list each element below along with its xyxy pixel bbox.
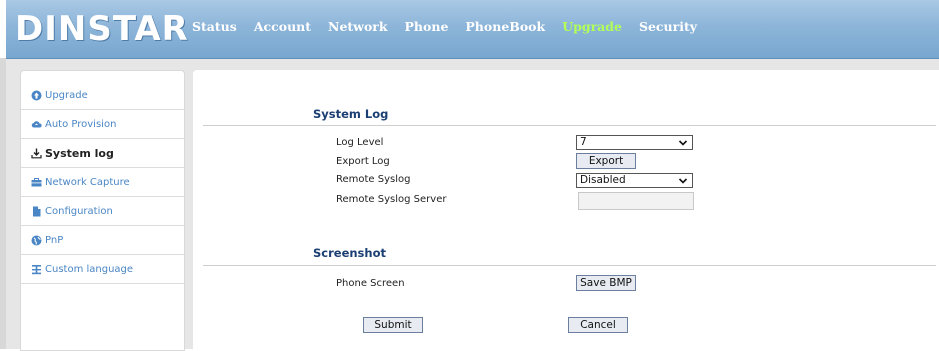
download-icon [31,148,42,159]
chevron-down-icon [678,176,688,184]
screenshot-title: Screenshot [313,246,386,260]
phone-screen-label: Phone Screen [336,278,405,289]
top-header: DINSTAR Status Account Network Phone Pho… [6,0,939,59]
log-level-label: Log Level [336,137,384,148]
language-icon [31,264,42,275]
submit-button[interactable]: Submit [363,317,423,333]
remote-syslog-select[interactable]: Disabled [576,173,693,188]
nav-phone[interactable]: Phone [405,19,449,39]
save-bmp-button[interactable]: Save BMP [576,275,636,291]
sidebar-item-upgrade[interactable]: Upgrade [21,82,184,110]
section-divider [203,125,936,126]
upgrade-icon [31,90,42,101]
briefcase-icon [31,177,42,188]
system-log-title: System Log [313,107,389,121]
sidebar-item-label: PnP [45,235,64,246]
sidebar-item-label: Auto Provision [45,119,117,130]
remote-syslog-label: Remote Syslog [336,174,411,185]
remote-syslog-server-input[interactable] [578,192,694,210]
main-nav: Status Account Network Phone PhoneBook U… [192,19,714,39]
dinstar-logo: DINSTAR [15,9,189,49]
sidebar-item-custom-language[interactable]: Custom language [21,256,184,284]
globe-icon [31,235,42,246]
sidebar-item-configuration[interactable]: Configuration [21,198,184,226]
export-log-label: Export Log [336,156,390,167]
nav-account[interactable]: Account [254,19,311,39]
nav-security[interactable]: Security [639,19,697,39]
log-level-select[interactable]: 7 [576,135,693,150]
nav-phonebook[interactable]: PhoneBook [465,19,545,39]
chevron-down-icon [678,138,688,146]
file-icon [31,206,42,217]
remote-syslog-server-label: Remote Syslog Server [336,194,447,205]
sidebar-item-auto-provision[interactable]: Auto Provision [21,111,184,139]
sidebar-item-label: Custom language [45,264,134,275]
section-divider [203,265,936,266]
main-panel: System Log Log Level 7 Export Log Export… [193,70,939,349]
sidebar: Upgrade Auto Provision System log Networ… [20,70,185,351]
cloud-sync-icon [31,119,42,130]
cancel-button[interactable]: Cancel [568,317,628,333]
sidebar-item-system-log[interactable]: System log [21,140,184,168]
sidebar-item-label: Network Capture [45,177,130,188]
sidebar-item-label: System log [45,147,114,160]
sidebar-item-label: Configuration [45,206,113,217]
export-button[interactable]: Export [576,153,636,169]
sidebar-item-label: Upgrade [45,90,88,101]
nav-upgrade[interactable]: Upgrade [562,19,622,39]
nav-network[interactable]: Network [328,19,388,39]
sidebar-item-pnp[interactable]: PnP [21,227,184,255]
log-level-value: 7 [580,136,587,148]
sidebar-item-network-capture[interactable]: Network Capture [21,169,184,197]
nav-status[interactable]: Status [192,19,237,39]
remote-syslog-value: Disabled [580,174,626,186]
